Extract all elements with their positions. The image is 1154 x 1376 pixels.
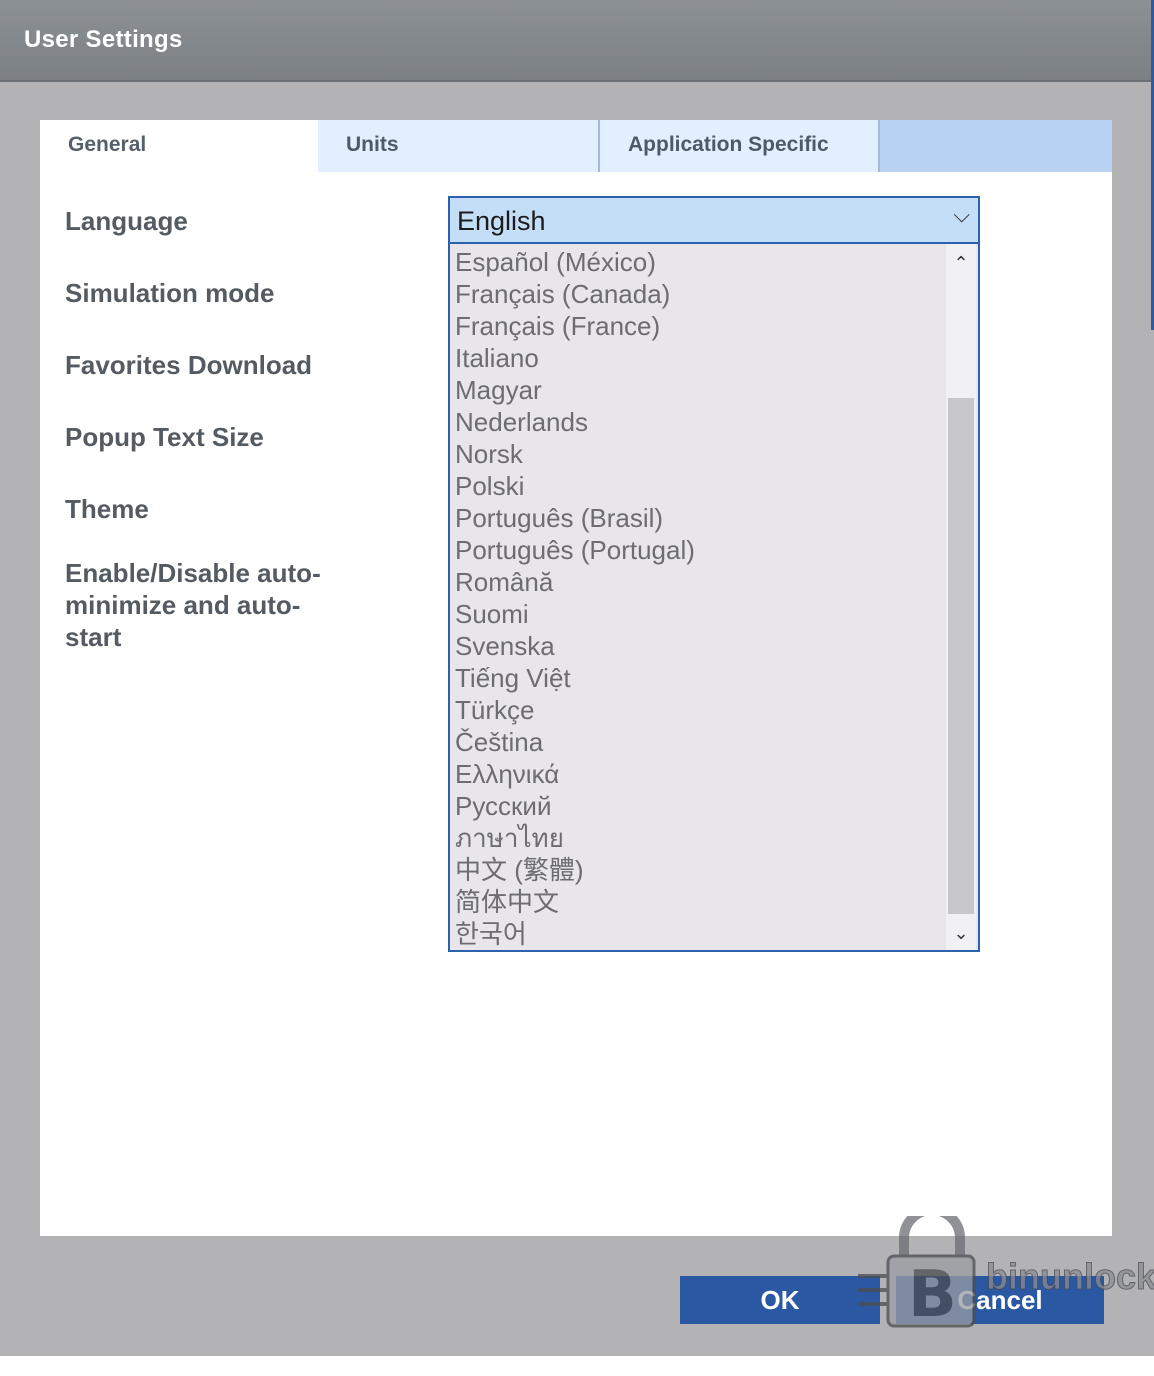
theme-label: Theme (65, 494, 149, 524)
language-option[interactable]: Čeština (455, 726, 695, 758)
language-option[interactable]: Français (France) (455, 310, 695, 342)
tab-units[interactable]: Units (318, 120, 600, 172)
auto-minimize-label: Enable/Disable auto-minimize and auto-st… (65, 558, 321, 652)
language-option[interactable]: Nederlands (455, 406, 695, 438)
language-label: Language (65, 206, 188, 236)
language-option[interactable]: 简体中文 (455, 886, 695, 918)
tab-strip: General Units Application Specific (40, 120, 1112, 172)
ok-button[interactable]: OK (680, 1276, 880, 1324)
lock-logo-icon: B (858, 1205, 976, 1332)
language-options: Español (México) Français (Canada) Françai… (455, 246, 695, 950)
watermark-text: binunlock (986, 1256, 1154, 1298)
language-option[interactable]: Polski (455, 470, 695, 502)
watermark-logo: B binunlock (858, 1205, 1154, 1332)
language-option[interactable]: 한국어 (455, 918, 695, 950)
language-option[interactable]: Norsk (455, 438, 695, 470)
scrollbar-thumb[interactable] (948, 398, 974, 914)
scroll-up-icon[interactable]: ⌃ (946, 248, 976, 278)
popup-text-size-label: Popup Text Size (65, 422, 264, 452)
language-select[interactable]: English ⌵ (448, 196, 980, 244)
language-option[interactable]: 中文 (繁體) (455, 854, 695, 886)
simulation-mode-label: Simulation mode (65, 278, 275, 308)
language-option[interactable]: Español (México) (455, 246, 695, 278)
language-option[interactable]: Русский (455, 790, 695, 822)
language-option[interactable]: Ελληνικά (455, 758, 695, 790)
language-option[interactable]: Magyar (455, 374, 695, 406)
title-bar: User Settings (0, 0, 1152, 82)
window-title: User Settings (24, 26, 183, 53)
language-option[interactable]: Italiano (455, 342, 695, 374)
language-option[interactable]: Français (Canada) (455, 278, 695, 310)
language-option[interactable]: Türkçe (455, 694, 695, 726)
scrollbar[interactable]: ⌃ ⌄ (946, 244, 976, 950)
language-option[interactable]: ภาษาไทย (455, 822, 695, 854)
language-option[interactable]: Português (Brasil) (455, 502, 695, 534)
chevron-down-icon[interactable]: ⌵ (953, 202, 970, 228)
page-bottom-strip (0, 1356, 1154, 1376)
scroll-down-icon[interactable]: ⌄ (946, 918, 976, 948)
language-dropdown-list[interactable]: Español (México) Français (Canada) Françai… (448, 244, 980, 952)
language-option[interactable]: Tiếng Việt (455, 662, 695, 694)
language-option[interactable]: Suomi (455, 598, 695, 630)
language-select-value: English (457, 206, 546, 236)
favorites-download-label: Favorites Download (65, 350, 313, 380)
language-option[interactable]: Română (455, 566, 695, 598)
tab-application-specific[interactable]: Application Specific (600, 120, 880, 172)
language-option[interactable]: Português (Portugal) (455, 534, 695, 566)
tab-general[interactable]: General (40, 120, 318, 172)
svg-text:B: B (908, 1258, 957, 1332)
language-option[interactable]: Svenska (455, 630, 695, 662)
